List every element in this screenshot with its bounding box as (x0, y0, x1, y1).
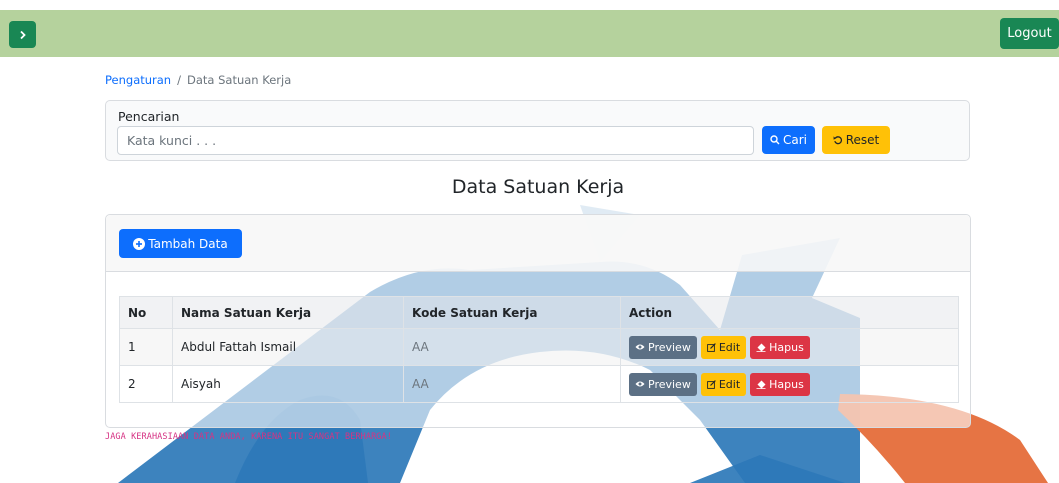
eye-icon (635, 381, 645, 387)
column-header-no: No (119, 296, 173, 329)
pencil-square-icon (706, 342, 716, 352)
row-no: 1 (119, 328, 173, 366)
delete-button[interactable]: Hapus (750, 372, 810, 396)
sidebar-toggle-button[interactable] (9, 21, 36, 48)
add-data-button[interactable]: Tambah Data (119, 229, 242, 258)
pencil-square-icon (706, 379, 716, 389)
eraser-icon (756, 380, 766, 389)
edit-label: Edit (718, 340, 741, 354)
search-button[interactable]: Cari (762, 126, 815, 154)
breadcrumb-link-pengaturan[interactable]: Pengaturan (105, 73, 171, 87)
column-header-nama: Nama Satuan Kerja (172, 296, 404, 329)
edit-label: Edit (718, 377, 741, 391)
chevron-right-icon (19, 30, 26, 39)
table-card: Tambah Data No Nama Satuan Kerja Kode Sa… (105, 214, 971, 428)
preview-button[interactable]: Preview (629, 335, 697, 359)
row-kode: AA (403, 328, 621, 366)
preview-label: Preview (648, 340, 691, 354)
add-data-label: Tambah Data (148, 236, 228, 251)
security-notice: JAGA KERAHASIAAN DATA ANDA, KARENA ITU S… (105, 432, 392, 442)
search-button-label: Cari (783, 133, 807, 147)
logout-button[interactable]: Logout (1000, 18, 1059, 49)
page-title: Data Satuan Kerja (451, 176, 625, 198)
top-navbar: Logout (0, 10, 1059, 57)
search-input[interactable] (117, 126, 754, 155)
row-no: 2 (119, 365, 173, 403)
eye-icon (635, 344, 645, 350)
table-card-header: Tambah Data (106, 215, 970, 272)
edit-button[interactable]: Edit (700, 335, 747, 359)
column-header-action: Action (620, 296, 959, 329)
search-label: Pencarian (118, 109, 180, 124)
preview-button[interactable]: Preview (629, 372, 697, 396)
edit-button[interactable]: Edit (700, 372, 747, 396)
row-actions: Preview Edit Hapus (620, 328, 959, 366)
row-actions: Preview Edit Hapus (620, 365, 959, 403)
reset-button-label: Reset (845, 133, 880, 147)
row-kode: AA (403, 365, 621, 403)
eraser-icon (756, 343, 766, 352)
preview-label: Preview (648, 377, 691, 391)
reset-button[interactable]: Reset (822, 126, 890, 154)
search-icon (770, 135, 780, 145)
table-header-row: No Nama Satuan Kerja Kode Satuan Kerja A… (119, 296, 959, 329)
column-header-kode: Kode Satuan Kerja (403, 296, 621, 329)
delete-label: Hapus (769, 377, 804, 391)
row-nama: Abdul Fattah Ismail (172, 328, 404, 366)
table-row: 1 Abdul Fattah Ismail AA Preview Edit Ha… (119, 328, 959, 366)
breadcrumb-current: Data Satuan Kerja (186, 73, 292, 87)
data-table: No Nama Satuan Kerja Kode Satuan Kerja A… (119, 296, 959, 403)
search-card: Pencarian Cari Reset (105, 100, 970, 161)
reset-icon (833, 136, 842, 145)
row-nama: Aisyah (172, 365, 404, 403)
delete-label: Hapus (769, 340, 804, 354)
plus-circle-icon (133, 237, 146, 250)
breadcrumb-separator: / (177, 73, 181, 87)
table-row: 2 Aisyah AA Preview Edit Hapus (119, 365, 959, 403)
delete-button[interactable]: Hapus (750, 335, 810, 359)
breadcrumb: Pengaturan / Data Satuan Kerja (105, 73, 291, 87)
